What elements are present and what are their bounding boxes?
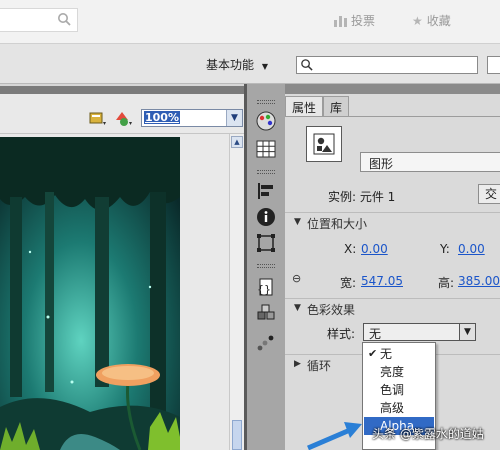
option-label: 高级 [380,401,405,415]
section-position-size[interactable]: ▼ 位置和大小 [285,212,500,232]
swap-button[interactable]: 交 [478,184,500,204]
option-label: 亮度 [380,365,405,379]
option-label: 无 [380,347,393,361]
triangle-right-icon: ▶ [294,359,301,369]
scroll-thumb[interactable] [232,420,242,450]
height-label: 高: [438,276,455,290]
edit-symbol-icon[interactable] [114,110,134,128]
color-style-select[interactable]: 无 ▼ [363,323,476,341]
stage-artwork[interactable] [0,137,180,450]
panel-tabs: 属性 库 [285,96,350,116]
option-label: 色调 [380,383,405,397]
watermark-text: 头条 @紫露水的道姑 [372,427,484,441]
search-icon [301,59,313,71]
section-title: 色彩效果 [307,303,356,317]
zoom-select[interactable]: 100% ▼ [141,109,243,127]
section-color-effect[interactable]: ▼ 色彩效果 [285,298,500,318]
chevron-down-icon[interactable]: ▼ [459,324,475,340]
y-value[interactable]: 0.00 [458,242,485,256]
components-icon[interactable] [254,302,278,324]
search-icon[interactable] [57,12,71,26]
chart-icon [334,15,347,27]
nav-vote-label: 投票 [351,14,376,28]
triangle-down-icon: ▼ [294,303,301,313]
close-button[interactable] [487,56,500,74]
y-label: Y: [440,242,450,256]
transform-icon[interactable] [254,232,278,254]
help-search-input[interactable] [296,56,478,74]
top-search-input[interactable] [0,8,78,32]
code-snippets-icon[interactable]: {} [254,276,278,298]
option-none[interactable]: ✔ 无 [364,345,434,363]
instance-behavior-select[interactable]: 图形 [360,152,500,172]
workspace-label: 基本功能 [206,58,255,72]
option-tint[interactable]: 色调 [364,381,434,399]
link-icon[interactable]: ⊖ [292,272,301,285]
x-label: X: [344,242,357,256]
width-label: 宽: [340,276,357,290]
graphic-symbol-icon [313,133,335,155]
workspace-switcher[interactable]: 基本功能 ▼ [206,56,268,73]
panel-grip[interactable] [257,170,275,174]
star-icon: ★ [412,13,423,28]
svg-text:{}: {} [257,283,271,296]
triangle-down-icon: ▼ [294,217,301,227]
x-value[interactable]: 0.00 [361,242,388,256]
motion-presets-icon[interactable] [254,332,278,354]
style-label: 样式: [327,327,356,341]
checkmark-icon: ✔ [368,347,378,360]
tab-properties[interactable]: 属性 [285,96,324,116]
align-icon[interactable] [254,180,278,202]
option-brightness[interactable]: 亮度 [364,363,434,381]
tab-library[interactable]: 库 [323,96,350,116]
color-style-value: 无 [369,327,382,341]
chevron-down-icon: ▼ [261,62,268,71]
nav-vote[interactable]: 投票 [334,12,375,29]
section-title: 位置和大小 [307,217,368,231]
annotation-arrow [307,422,362,450]
panel-grip[interactable] [257,100,275,104]
nav-favorite-label: 收藏 [426,14,451,28]
swatches-icon[interactable] [254,138,278,160]
section-title: 循环 [307,359,332,373]
app-toolbar: 基本功能 ▼ [0,44,500,84]
symbol-type-icon [306,126,342,162]
panel-grip[interactable] [257,264,275,268]
width-value[interactable]: 547.05 [361,274,403,288]
stage-vertical-scrollbar[interactable]: ▲ [229,134,244,450]
option-advanced[interactable]: 高级 [364,399,434,417]
nav-favorite[interactable]: ★ 收藏 [412,12,451,29]
instance-behavior-value: 图形 [369,157,394,171]
stage-title-bar [0,86,244,94]
chevron-down-icon[interactable]: ▼ [226,110,242,126]
top-bar: 投票 ★ 收藏 [0,0,500,44]
tab-divider [285,116,500,117]
scroll-up-icon[interactable]: ▲ [231,136,243,148]
instance-label: 实例: 元件 1 [328,190,396,204]
info-icon[interactable] [254,206,278,228]
zoom-value: 100% [144,111,180,124]
edit-scene-icon[interactable] [88,110,108,128]
height-value[interactable]: 385.00 [458,274,500,288]
color-icon[interactable] [254,110,278,132]
